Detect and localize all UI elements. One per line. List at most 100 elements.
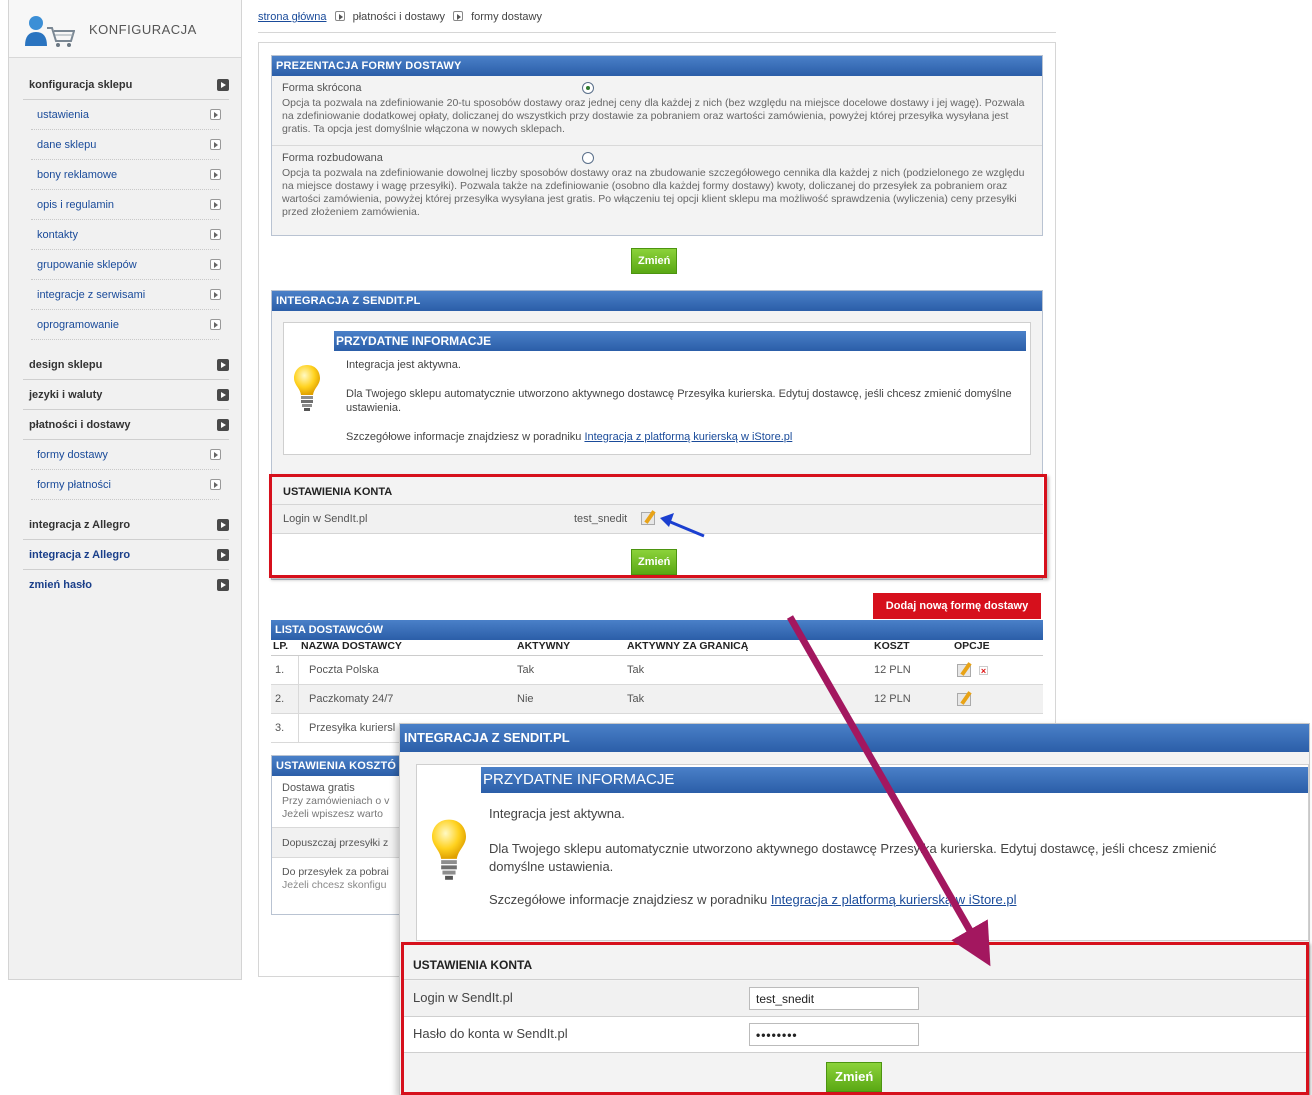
option-extended-desc: Opcja ta pozwala na zdefiniowanie dowoln…: [282, 167, 1025, 218]
zoom-title: INTEGRACJA Z SENDIT.PL: [400, 724, 1309, 752]
menu-item-label: bony reklamowe: [37, 169, 118, 181]
menu-item-formy-platnosci[interactable]: formy płatności: [31, 470, 221, 500]
lightbulb-icon: [294, 365, 320, 411]
option-extended-radio[interactable]: [582, 152, 594, 164]
col-active: AKTYWNY: [517, 640, 571, 652]
arrow-right-icon: [217, 549, 229, 561]
menu-item-kontakty[interactable]: kontakty: [31, 220, 221, 250]
row-active: Tak: [517, 664, 535, 676]
arrow-right-icon: [210, 169, 221, 180]
menu-item-opis-i-regulamin[interactable]: opis i regulamin: [31, 190, 221, 220]
row-name: Paczkomaty 24/7: [309, 693, 394, 705]
sendit-title: INTEGRACJA Z SENDIT.PL: [272, 291, 1042, 311]
col-cost: KOSZT: [874, 640, 910, 652]
menu-item-label: grupowanie sklepów: [37, 259, 137, 271]
menu-item-grupowanie-sklepow[interactable]: grupowanie sklepów: [31, 250, 221, 280]
arrow-right-icon: [210, 139, 221, 150]
menu-group-design-sklepu[interactable]: design sklepu: [23, 350, 229, 380]
menu-group-platnosci-i-dostawy[interactable]: płatności i dostawy: [23, 410, 229, 440]
menu-item-bony-reklamowe[interactable]: bony reklamowe: [31, 160, 221, 190]
menu-group-label: design sklepu: [29, 359, 103, 371]
row-cost: 12 PLN: [874, 664, 911, 676]
providers-title: LISTA DOSTAWCÓW: [271, 620, 1043, 640]
row-lp: 2.: [275, 693, 285, 705]
menu-item-label: ustawienia: [37, 109, 89, 121]
col-abroad: AKTYWNY ZA GRANICĄ: [627, 640, 749, 652]
menu-group-label: konfiguracja sklepu: [29, 79, 133, 91]
zoom-guide-link[interactable]: Integracja z platformą kurierską w iStor…: [771, 892, 1017, 907]
arrow-right-icon: [217, 359, 229, 371]
col-name: NAZWA DOSTAWCY: [301, 640, 402, 652]
row-lp: 3.: [275, 722, 285, 734]
zoom-info-box: PRZYDATNE INFORMACJE Integracja jest akt…: [416, 764, 1309, 941]
arrow-right-icon: [217, 389, 229, 401]
arrow-right-icon: [210, 229, 221, 240]
table-row: 2. Paczkomaty 24/7 Nie Tak 12 PLN: [271, 685, 1043, 714]
menu-item-formy-dostawy[interactable]: formy dostawy: [31, 440, 221, 470]
arrow-right-icon: [210, 199, 221, 210]
arrow-right-icon: [217, 79, 229, 91]
lightbulb-icon: [432, 819, 466, 880]
sendit-info-line3: Szczegółowe informacje znajdziesz w pora…: [346, 431, 792, 443]
breadcrumb-home-link[interactable]: strona główna: [258, 11, 327, 23]
breadcrumb-arrow-icon: [334, 11, 345, 21]
menu-group-konfiguracja-sklepu[interactable]: konfiguracja sklepu: [23, 70, 229, 100]
row-name: Poczta Polska: [309, 664, 379, 676]
zoom-info-line1: Integracja jest aktywna.: [489, 806, 625, 821]
arrow-right-icon: [210, 259, 221, 270]
option-short-title: Forma skrócona: [282, 82, 362, 94]
option-extended: Forma rozbudowana Opcja ta pozwala na zd…: [272, 146, 1042, 235]
sendit-info-title: PRZYDATNE INFORMACJE: [334, 331, 1026, 351]
presentation-title: PREZENTACJA FORMY DOSTAWY: [272, 56, 1042, 76]
option-short-radio[interactable]: [582, 82, 594, 94]
zoom-info-line3: Szczegółowe informacje znajdziesz w pora…: [489, 892, 1016, 907]
zoom-highlight-frame: [401, 942, 1309, 1095]
sendit-guide-link[interactable]: Integracja z platformą kurierską w iStor…: [584, 431, 792, 443]
providers-columns: LP. NAZWA DOSTAWCY AKTYWNY AKTYWNY ZA GR…: [271, 640, 1043, 656]
menu-group-jezyki-i-waluty[interactable]: jezyki i waluty: [23, 380, 229, 410]
add-delivery-method-button[interactable]: Dodaj nową formę dostawy: [873, 593, 1041, 619]
arrow-right-icon: [210, 319, 221, 330]
menu-group-integracja-z-allegro[interactable]: integracja z Allegro: [23, 510, 229, 540]
option-short-desc: Opcja ta pozwala na zdefiniowanie 20-tu …: [282, 97, 1025, 135]
row-cost: 12 PLN: [874, 693, 911, 705]
option-short: Forma skrócona Opcja ta pozwala na zdefi…: [272, 76, 1042, 146]
arrow-right-icon: [217, 419, 229, 431]
sidebar: KONFIGURACJA konfiguracja sklepu ustawie…: [8, 0, 242, 980]
menu-item-label: formy płatności: [37, 479, 111, 491]
zoom-info-line2: Dla Twojego sklepu automatycznie utworzo…: [489, 840, 1216, 876]
menu-item-label: integracje z serwisami: [37, 289, 146, 301]
row-abroad: Tak: [627, 693, 645, 705]
menu-item-label: dane sklepu: [37, 139, 97, 151]
menu-group-integracja-z-allegro-active[interactable]: integracja z Allegro: [23, 540, 229, 570]
presentation-change-button[interactable]: Zmień: [631, 248, 678, 274]
menu-item-label: oprogramowanie: [37, 319, 119, 331]
shop-user-icon: [25, 16, 75, 47]
arrow-right-icon: [210, 289, 221, 300]
sidebar-brand: KONFIGURACJA: [9, 0, 241, 58]
option-extended-title: Forma rozbudowana: [282, 152, 383, 164]
menu-item-label: formy dostawy: [37, 449, 108, 461]
menu-item-label: kontakty: [37, 229, 78, 241]
col-options: OPCJE: [954, 640, 990, 652]
row-lp: 1.: [275, 664, 285, 676]
menu-group-label: jezyki i waluty: [29, 389, 103, 401]
arrow-right-icon: [217, 519, 229, 531]
sendit-info-line2: Dla Twojego sklepu automatycznie utworzo…: [346, 388, 1012, 414]
col-lp: LP.: [273, 640, 288, 652]
sidebar-title: KONFIGURACJA: [89, 22, 197, 37]
breadcrumb-level1: płatności i dostawy: [352, 11, 445, 23]
presentation-panel: PREZENTACJA FORMY DOSTAWY Forma skrócona…: [271, 55, 1043, 236]
row-active: Nie: [517, 693, 534, 705]
sendit-info-line1: Integracja jest aktywna.: [346, 359, 461, 371]
menu-group-label: integracja z Allegro: [29, 549, 131, 561]
sendit-info-box: PRZYDATNE INFORMACJE Integracja jest akt…: [283, 322, 1031, 455]
menu-item-ustawienia[interactable]: ustawienia: [31, 100, 221, 130]
menu-group-zmien-haslo[interactable]: zmień hasło: [23, 570, 229, 600]
menu-item-integracje-z-serwisami[interactable]: integracje z serwisami: [31, 280, 221, 310]
menu-item-oprogramowanie[interactable]: oprogramowanie: [31, 310, 221, 340]
menu-item-dane-sklepu[interactable]: dane sklepu: [31, 130, 221, 160]
arrow-right-icon: [210, 449, 221, 460]
zoom-info-line2a: Dla Twojego sklepu automatycznie utworzo…: [489, 841, 1217, 856]
sendit-info-line3-prefix: Szczegółowe informacje znajdziesz w pora…: [346, 431, 585, 443]
